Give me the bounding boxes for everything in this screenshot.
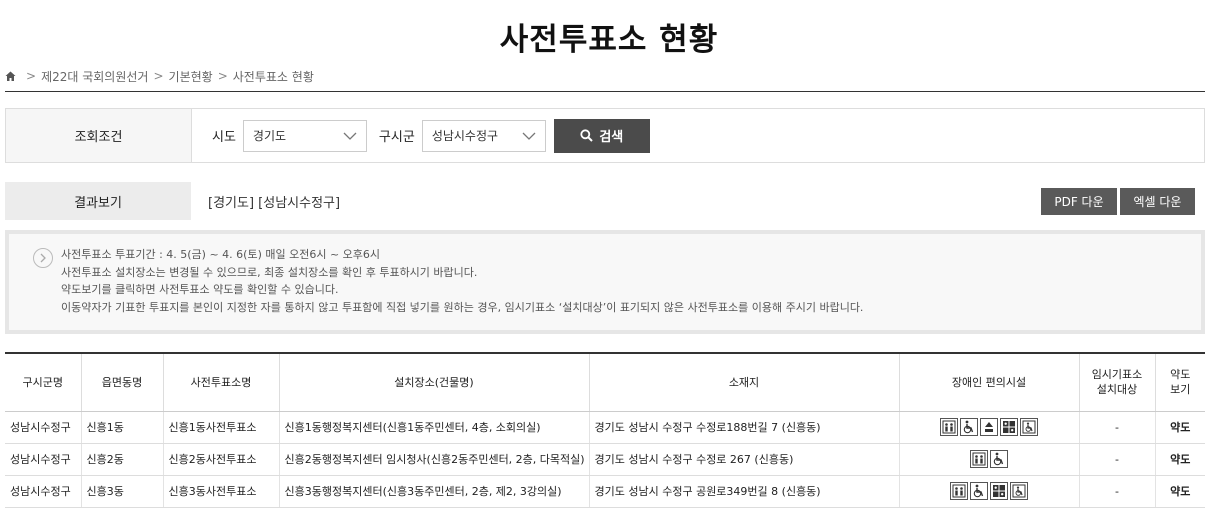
result-bar: 결과보기 [경기도] [성남시수정구] PDF 다운 엑셀 다운: [5, 182, 1205, 220]
cell-place: 신흥2동행정복지센터 임시청사(신흥2동주민센터, 2층, 다목적실): [278, 443, 589, 476]
breadcrumb-item-election[interactable]: 제22대 국회의원선거: [41, 68, 148, 85]
map-link[interactable]: 약도: [1154, 475, 1205, 508]
cell-temp-booth: -: [1078, 475, 1155, 508]
excel-download-button[interactable]: 엑셀 다운: [1120, 188, 1195, 215]
cell-station: 신흥1동사전투표소: [162, 411, 279, 444]
chevron-right-icon: [33, 248, 53, 268]
elevator-icon: [970, 450, 988, 468]
column-header-line: 설치대상: [1096, 383, 1138, 397]
cell-temp-booth: -: [1078, 411, 1155, 444]
search-fields: 시도 경기도 구시군 성남시수정구 검색: [192, 109, 1204, 162]
search-button[interactable]: 검색: [553, 118, 650, 153]
sido-select[interactable]: 경기도: [242, 119, 367, 152]
elevator-icon: [950, 482, 968, 500]
cell-facilities: [898, 475, 1079, 508]
cell-station: 신흥2동사전투표소: [162, 443, 279, 476]
wheelchair-icon: [970, 482, 988, 500]
table-header-row: 구시군명 읍면동명 사전투표소명 설치장소(건물명) 소재지 장애인 편의시설 …: [5, 352, 1205, 412]
breadcrumb-item-basic[interactable]: 기본현황: [169, 68, 213, 85]
notice-line: 약도보기를 클릭하면 사전투표소 약도를 확인할 수 있습니다.: [61, 283, 339, 296]
breadcrumb-separator: >: [26, 69, 37, 83]
notice-box: 사전투표소 투표기간 : 4. 5(금) ~ 4. 6(토) 매일 오전6시 ~…: [5, 230, 1205, 334]
cell-dong: 신흥3동: [80, 475, 163, 508]
search-button-label: 검색: [599, 130, 624, 145]
wheelchair-icon: [990, 450, 1008, 468]
chevron-down-icon: [522, 132, 536, 140]
elevator-icon: [940, 418, 958, 436]
cell-facilities: [898, 443, 1079, 476]
notice-lines: 사전투표소 투표기간 : 4. 5(금) ~ 4. 6(토) 매일 오전6시 ~…: [31, 246, 1201, 316]
accessible-toilet-icon: [1010, 482, 1028, 500]
search-panel: 조회조건 시도 경기도 구시군 성남시수정구 검색: [5, 108, 1205, 163]
page-title: 사전투표소 현황: [499, 22, 719, 58]
search-icon: [580, 129, 594, 142]
column-header-line: 약도: [1170, 368, 1191, 382]
gu-select-value: 성남시수정구: [431, 129, 499, 143]
gu-label: 구시군: [378, 130, 415, 145]
column-header: 읍면동명: [80, 352, 163, 412]
chevron-down-icon: [343, 132, 357, 140]
wheelchair-icon: [960, 418, 978, 436]
table-body: 성남시수정구 신흥1동 신흥1동사전투표소 신흥1동행정복지센터(신흥1동주민센터, …: [5, 411, 1205, 508]
elevator-up-icon: [980, 418, 998, 436]
cell-gu: 성남시수정구: [5, 443, 81, 476]
cell-place: 신흥3동행정복지센터(신흥3동주민센터, 2층, 제2, 3강의실): [278, 475, 589, 508]
map-link[interactable]: 약도: [1154, 411, 1205, 444]
column-header-line: 보기: [1170, 383, 1191, 397]
pdf-download-button[interactable]: PDF 다운: [1041, 188, 1117, 215]
column-header-map: 약도 보기: [1154, 352, 1205, 412]
braille-icon: [990, 482, 1008, 500]
cell-temp-booth: -: [1078, 443, 1155, 476]
cell-address: 경기도 성남시 수정구 수정로 267 (신흥동): [588, 443, 899, 476]
cell-gu: 성남시수정구: [5, 411, 81, 444]
breadcrumb-separator: >: [153, 69, 164, 83]
column-header: 소재지: [588, 352, 899, 412]
breadcrumb: > 제22대 국회의원선거 > 기본현황 > 사전투표소 현황: [5, 68, 314, 84]
cell-address: 경기도 성남시 수정구 공원로349번길 8 (신흥동): [588, 475, 899, 508]
gu-select[interactable]: 성남시수정구: [421, 119, 546, 152]
cell-dong: 신흥2동: [80, 443, 163, 476]
sido-select-value: 경기도: [252, 129, 287, 143]
column-header-line: 임시기표소: [1091, 368, 1143, 382]
breadcrumb-item-current: 사전투표소 현황: [232, 69, 314, 84]
notice-line: 사전투표소 설치장소는 변경될 수 있으므로, 최종 설치장소를 확인 후 투표…: [61, 265, 478, 279]
column-header-temp-booth: 임시기표소 설치대상: [1078, 352, 1155, 412]
breadcrumb-separator: >: [217, 69, 228, 83]
braille-icon: [1000, 418, 1018, 436]
polling-station-table: 구시군명 읍면동명 사전투표소명 설치장소(건물명) 소재지 장애인 편의시설 …: [5, 352, 1205, 508]
home-icon[interactable]: [5, 71, 16, 82]
column-header: 구시군명: [5, 352, 81, 412]
cell-station: 신흥3동사전투표소: [162, 475, 279, 508]
table-row: 성남시수정구 신흥1동 신흥1동사전투표소 신흥1동행정복지센터(신흥1동주민센터, …: [5, 411, 1205, 444]
cell-facilities: [898, 411, 1079, 444]
title-divider: [5, 91, 1205, 92]
notice-line: 이동약자가 기표한 투표지를 본인이 지정한 자를 통하지 않고 투표함에 직접…: [61, 300, 864, 314]
column-header: 사전투표소명: [162, 352, 279, 412]
map-link[interactable]: 약도: [1154, 443, 1205, 476]
column-header: 장애인 편의시설: [898, 352, 1079, 412]
sido-label: 시도: [212, 130, 236, 145]
search-condition-label: 조회조건: [6, 109, 192, 162]
result-label: 결과보기: [5, 182, 191, 220]
table-row: 성남시수정구 신흥3동 신흥3동사전투표소 신흥3동행정복지센터(신흥3동주민센터, …: [5, 475, 1205, 508]
notice-line: 사전투표소 투표기간 : 4. 5(금) ~ 4. 6(토) 매일 오전6시 ~…: [61, 248, 381, 261]
table-row: 성남시수정구 신흥2동 신흥2동사전투표소 신흥2동행정복지센터 임시청사(신흥2동주…: [5, 443, 1205, 476]
accessible-toilet-icon: [1020, 418, 1038, 436]
cell-gu: 성남시수정구: [5, 475, 81, 508]
cell-address: 경기도 성남시 수정구 수정로188번길 7 (신흥동): [588, 411, 899, 444]
cell-place: 신흥1동행정복지센터(신흥1동주민센터, 4층, 소회의실): [278, 411, 589, 444]
column-header: 설치장소(건물명): [278, 352, 589, 412]
cell-dong: 신흥1동: [80, 411, 163, 444]
